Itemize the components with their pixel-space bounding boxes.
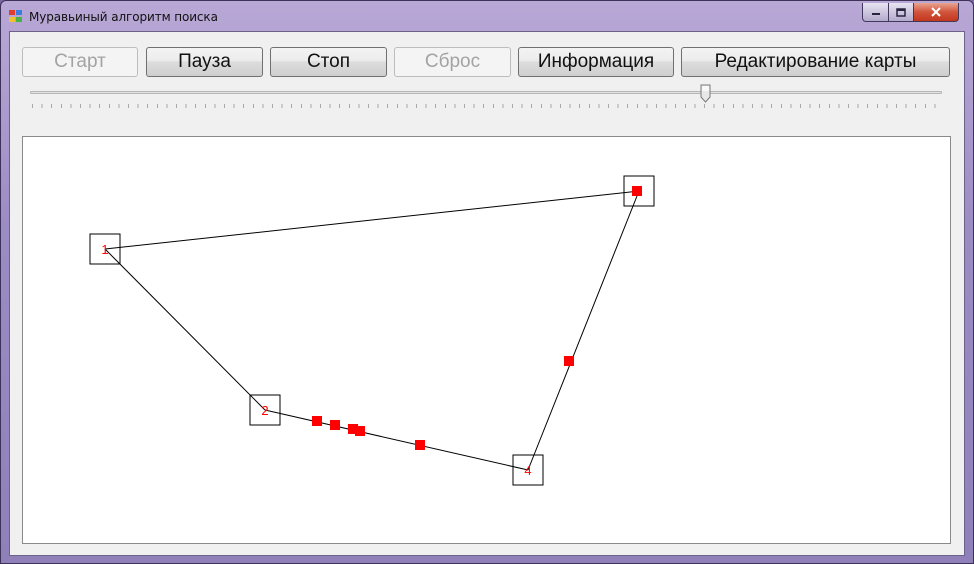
ant-marker [355, 426, 365, 436]
reset-button[interactable]: Сброс [394, 47, 511, 77]
map-node-label: 2 [261, 403, 268, 418]
maximize-button[interactable] [888, 3, 914, 22]
close-icon [931, 7, 941, 17]
map-node-label: 1 [101, 242, 108, 257]
map-edge [527, 190, 640, 471]
window-title: Муравьиный алгоритм поиска [29, 10, 218, 24]
map-drawing: 1 2 4 [89, 175, 655, 486]
title-bar[interactable]: Муравьиный алгоритм поиска [1, 1, 973, 31]
map-node-label: 4 [524, 463, 531, 478]
maximize-icon [896, 7, 906, 17]
minimize-icon [871, 13, 880, 15]
info-button[interactable]: Информация [518, 47, 674, 77]
map-canvas[interactable]: 1 2 4 [22, 136, 951, 544]
map-edge [264, 409, 529, 471]
ant-marker [632, 186, 642, 196]
speed-slider-ticks [32, 104, 942, 108]
app-window: Муравьиный алгоритм поиска Старт Пауза С… [0, 0, 974, 564]
speed-slider-track[interactable] [30, 91, 942, 94]
main-form: Старт Пауза Стоп Сброс Информация Редакт… [9, 31, 965, 556]
ant-marker [564, 356, 574, 366]
stop-button[interactable]: Стоп [270, 47, 387, 77]
pause-button[interactable]: Пауза [146, 47, 263, 77]
map-edge [104, 190, 640, 250]
ant-marker [415, 440, 425, 450]
close-button[interactable] [913, 3, 959, 22]
ant-marker [330, 420, 340, 430]
map-edge [104, 248, 266, 411]
app-icon [9, 10, 23, 23]
ant-marker [312, 416, 322, 426]
speed-slider-thumb[interactable] [700, 84, 711, 103]
edit-map-button[interactable]: Редактирование карты [681, 47, 950, 77]
minimize-button[interactable] [862, 3, 889, 22]
start-button[interactable]: Старт [22, 47, 138, 77]
